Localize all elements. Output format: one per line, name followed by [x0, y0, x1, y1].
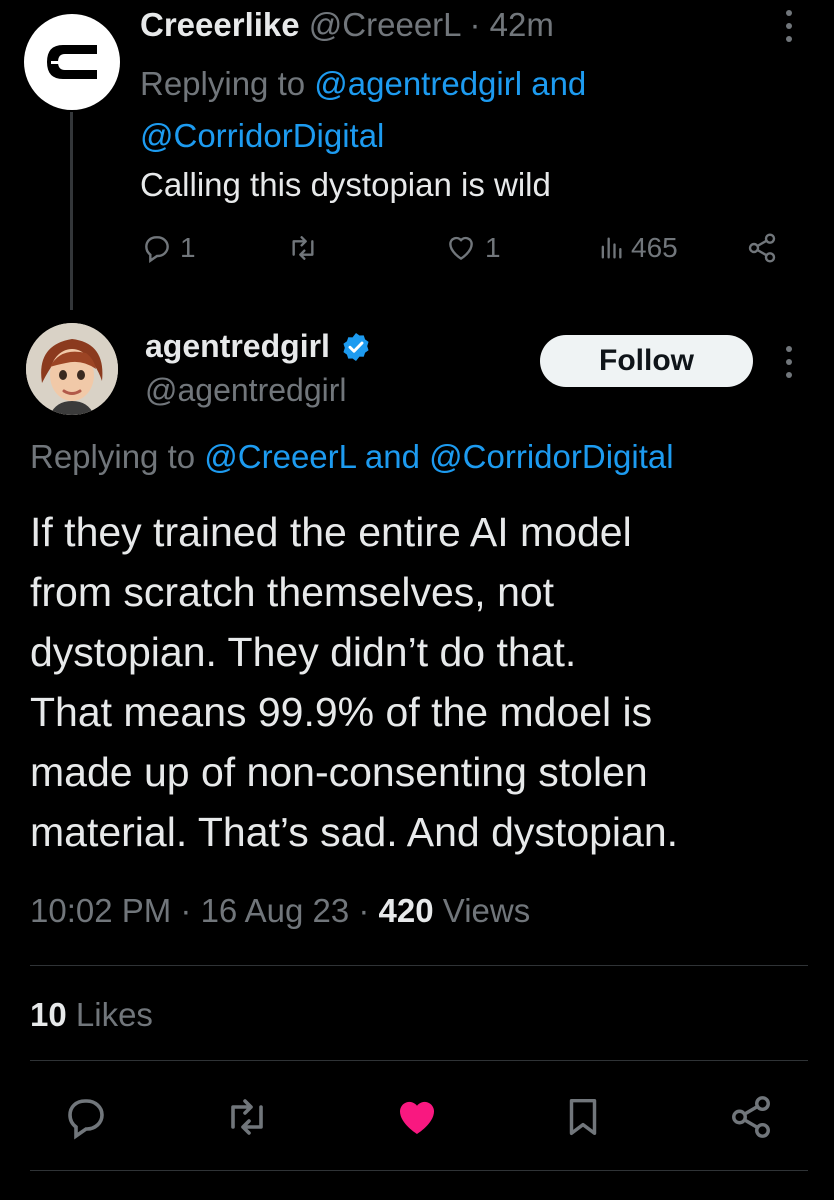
retweet-icon: [292, 236, 314, 260]
replying-prefix: Replying to: [30, 438, 205, 475]
like-button[interactable]: 1: [443, 232, 501, 264]
like-icon: [449, 236, 473, 260]
tweet-text-line: from scratch themselves, not: [30, 569, 555, 615]
reply-replying-to: Replying to @agentredgirl and @CorridorD…: [140, 58, 740, 162]
reply-icon: [145, 236, 169, 263]
divider: [30, 1060, 808, 1061]
reply-button[interactable]: 1: [140, 232, 196, 264]
views-button[interactable]: 465: [597, 232, 678, 264]
reply-author-name[interactable]: Creeerlike: [140, 6, 300, 43]
tweet-text-line: If they trained the entire AI model: [30, 509, 632, 555]
more-icon[interactable]: [778, 8, 800, 49]
tweet-text-line: material. That’s sad. And dystopian.: [30, 809, 679, 855]
author-name-row: agentredgirl: [145, 328, 372, 365]
divider: [30, 1170, 808, 1171]
reply-tweet-header: Creeerlike @CreeerL · 42m: [140, 6, 554, 44]
avatar[interactable]: [26, 323, 118, 415]
thread-line: [70, 112, 73, 310]
tweet-text-line: That means 99.9% of the mdoel is: [30, 689, 653, 735]
follow-button[interactable]: Follow: [540, 335, 753, 387]
likes-summary[interactable]: 10 Likes: [30, 996, 153, 1034]
author-handle[interactable]: @agentredgirl: [145, 372, 346, 409]
share-button[interactable]: [745, 232, 779, 264]
main-replying-to: Replying to @CreeerL and @CorridorDigita…: [30, 438, 674, 476]
tweet-meta: 10:02 PM · 16 Aug 23 · 420 Views: [30, 892, 530, 930]
share-icon[interactable]: [728, 1093, 774, 1146]
views-label: Views: [433, 892, 531, 929]
view-count: 465: [631, 232, 678, 263]
tweet-text-line: dystopian. They didn’t do that.: [30, 629, 577, 675]
creeerlike-avatar[interactable]: [24, 14, 120, 110]
tweet-timestamp[interactable]: 10:02 PM · 16 Aug 23 ·: [30, 892, 379, 929]
mention-corridordigital[interactable]: @CorridorDigital: [429, 438, 673, 475]
divider: [30, 965, 808, 966]
replying-and: and: [355, 438, 430, 475]
reply-count: 1: [180, 232, 196, 263]
views-icon: [601, 237, 622, 259]
reply-icon[interactable]: [62, 1093, 110, 1146]
more-icon[interactable]: [778, 344, 800, 385]
replying-prefix: Replying to: [140, 65, 315, 102]
logo-icon: [47, 45, 97, 79]
like-count: 1: [485, 232, 501, 263]
author-display-name[interactable]: agentredgirl: [145, 328, 330, 365]
bookmark-icon[interactable]: [560, 1093, 606, 1146]
views-count: 420: [378, 892, 434, 929]
likes-count: 10: [30, 996, 67, 1033]
tweet-text-line: made up of non-consenting stolen: [30, 749, 648, 795]
retweet-icon[interactable]: [222, 1093, 272, 1146]
reply-tweet-text: Calling this dystopian is wild: [140, 166, 551, 203]
tweet-text: If they trained the entire AI model from…: [30, 502, 810, 862]
share-icon: [748, 233, 776, 263]
verified-badge-icon: [343, 332, 369, 361]
likes-label: Likes: [66, 996, 153, 1033]
retweet-button[interactable]: [285, 232, 321, 264]
mention-creeerl[interactable]: @CreeerL: [204, 438, 356, 475]
like-icon[interactable]: [392, 1093, 442, 1146]
reply-author-handle-time[interactable]: @CreeerL · 42m: [309, 6, 554, 43]
